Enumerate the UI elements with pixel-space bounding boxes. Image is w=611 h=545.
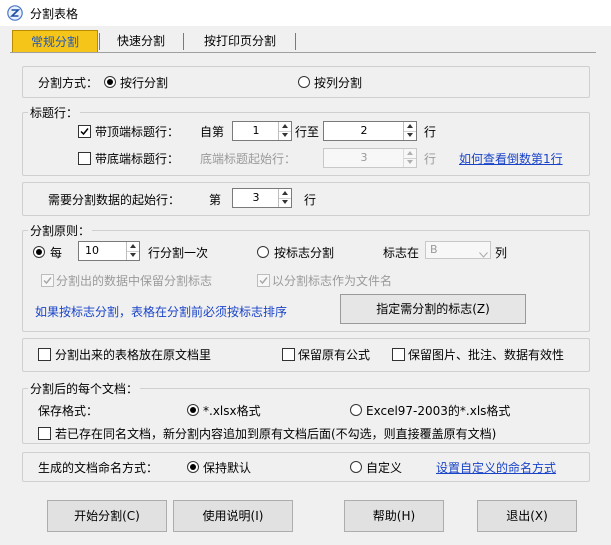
tab-separator <box>295 33 296 50</box>
start-split-button[interactable]: 开始分割(C) <box>47 500 167 532</box>
keep-media-checkbox[interactable] <box>392 348 405 361</box>
append-existing-label: 若已存在同名文档，新分割内容追加到原有文档后面(不勾选，则直接覆盖原有文档) <box>55 427 497 441</box>
keep-formula-label: 保留原有公式 <box>298 348 371 362</box>
each-doc-title: 分割后的每个文档： <box>28 380 141 397</box>
radio-by-column-label[interactable]: 按列分割 <box>314 74 362 91</box>
app-logo-icon <box>7 5 23 21</box>
keep-flag-checkbox[interactable] <box>41 274 54 287</box>
radio-by-flag[interactable] <box>257 246 269 258</box>
bottom-title-label: 带底端标题行： <box>95 152 180 166</box>
top-from-value: 1 <box>252 124 260 137</box>
radio-naming-custom[interactable] <box>350 461 362 473</box>
every-n-value: 10 <box>85 244 99 257</box>
start-row-unit: 行 <box>304 193 317 207</box>
bottom-row-unit: 行 <box>424 152 437 166</box>
top-title-checkbox[interactable] <box>78 125 91 138</box>
save-format-label: 保存格式： <box>38 404 99 418</box>
keep-media-label: 保留图片、批注、数据有效性 <box>408 348 565 362</box>
naming-default-label[interactable]: 保持默认 <box>203 459 251 476</box>
bottom-start-stepper[interactable]: 3 <box>323 148 417 168</box>
radio-every-n-rows[interactable] <box>33 246 45 258</box>
radio-by-column[interactable] <box>298 76 310 88</box>
bottom-title-checkbox[interactable] <box>78 152 91 165</box>
top-row-unit: 行 <box>424 125 437 139</box>
window-title: 分割表格 <box>30 7 79 21</box>
help-button[interactable]: 帮助(H) <box>344 500 444 532</box>
sort-note: 如果按标志分割，表格在分割前必须按标志排序 <box>35 305 288 319</box>
tab-separator <box>99 33 100 50</box>
split-mode-label: 分割方式： <box>38 76 99 90</box>
flag-as-filename-label: 以分割标志作为文件名 <box>272 274 393 288</box>
last-row-help-link[interactable]: 如何查看倒数第1行 <box>459 150 563 167</box>
radio-format-xlsx[interactable] <box>187 404 199 416</box>
tab-print-page-split[interactable]: 按打印页分割 <box>188 30 292 52</box>
tab-baseline <box>10 52 596 53</box>
top-to-label: 行至 <box>295 125 320 139</box>
flag-as-filename-checkbox[interactable] <box>257 274 270 287</box>
bottom-start-label: 底端标题起始行： <box>200 152 297 166</box>
custom-naming-link[interactable]: 设置自定义的命名方式 <box>436 459 556 476</box>
tab-separator <box>183 33 184 50</box>
tab-regular-split[interactable]: 常规分割 <box>12 30 98 53</box>
stepper-down-icon[interactable] <box>404 131 416 140</box>
bottom-start-value: 3 <box>360 151 368 164</box>
top-to-stepper[interactable]: 2 <box>323 121 417 141</box>
top-to-value: 2 <box>360 124 368 137</box>
flag-column-select[interactable]: B <box>425 241 491 259</box>
format-xls-label[interactable]: Excel97-2003的*.xls格式 <box>366 402 510 419</box>
append-existing-checkbox[interactable] <box>38 427 51 440</box>
chevron-down-icon <box>479 247 488 261</box>
naming-custom-label[interactable]: 自定义 <box>366 459 402 476</box>
radio-by-row-label[interactable]: 按行分割 <box>120 74 168 91</box>
place-in-original-label: 分割出来的表格放在原文档里 <box>55 348 212 362</box>
every-n-stepper[interactable]: 10 <box>78 241 140 261</box>
keep-formula-checkbox[interactable] <box>282 348 295 361</box>
start-row-value: 3 <box>252 191 260 204</box>
start-row-prefix: 第 <box>209 193 222 207</box>
start-row-label: 需要分割数据的起始行： <box>48 193 181 207</box>
top-from-label: 自第 <box>200 125 225 139</box>
exit-button[interactable]: 退出(X) <box>477 500 577 532</box>
by-flag-label[interactable]: 按标志分割 <box>274 244 334 261</box>
radio-naming-default[interactable] <box>187 461 199 473</box>
radio-format-xls[interactable] <box>350 404 362 416</box>
manual-button[interactable]: 使用说明(I) <box>173 500 293 532</box>
stepper-down-icon[interactable] <box>279 131 291 140</box>
every-label[interactable]: 每 <box>50 244 62 261</box>
tab-quick-split[interactable]: 快速分割 <box>103 30 179 52</box>
principle-title: 分割原则： <box>28 222 93 239</box>
title-bar <box>0 0 611 26</box>
every-suffix: 行分割一次 <box>148 246 209 260</box>
stepper-down-icon[interactable] <box>279 198 291 207</box>
radio-by-row[interactable] <box>104 76 116 88</box>
flag-in-label: 标志在 <box>383 246 420 260</box>
top-title-label: 带顶端标题行： <box>95 125 180 139</box>
stepper-down-icon[interactable] <box>127 251 139 260</box>
top-from-stepper[interactable]: 1 <box>232 121 292 141</box>
naming-label: 生成的文档命名方式： <box>38 461 159 475</box>
flag-column-value: B <box>430 243 438 256</box>
place-in-original-checkbox[interactable] <box>38 348 51 361</box>
keep-flag-label: 分割出的数据中保留分割标志 <box>56 274 213 288</box>
start-row-stepper[interactable]: 3 <box>232 188 292 208</box>
format-xlsx-label[interactable]: *.xlsx格式 <box>203 402 261 419</box>
specify-flag-button[interactable]: 指定需分割的标志(Z) <box>340 294 526 324</box>
column-unit: 列 <box>495 246 508 260</box>
header-rows-title: 标题行： <box>28 104 81 121</box>
stepper-down-icon[interactable] <box>404 158 416 167</box>
